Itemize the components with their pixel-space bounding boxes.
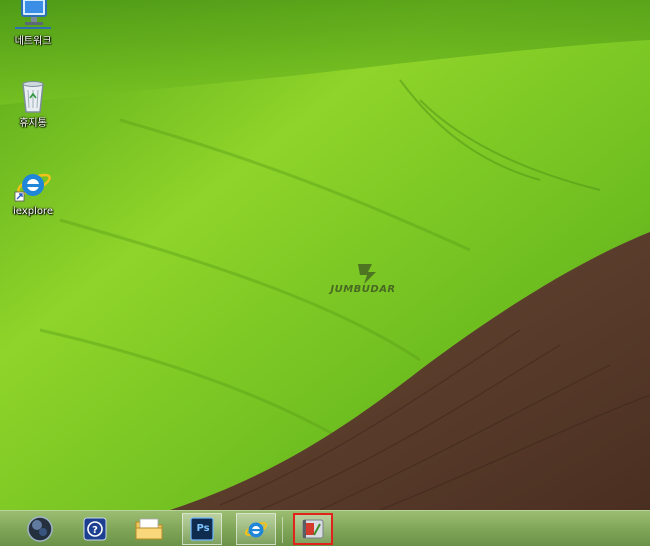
photoshop-icon-text: Ps xyxy=(196,523,210,534)
help-button[interactable]: ? xyxy=(75,513,115,545)
taskbar-separator xyxy=(282,517,283,543)
desktop-icon-label: 네트워크 xyxy=(14,36,52,47)
help-icon: ? xyxy=(83,517,107,541)
network-icon xyxy=(15,0,51,29)
wallpaper xyxy=(0,0,650,510)
internet-explorer-button[interactable] xyxy=(236,513,276,545)
desktop-icon-network[interactable]: 네트워크 xyxy=(0,0,66,48)
desktop-icon-label: 휴지통 xyxy=(19,118,47,129)
desktop-icon-iexplore[interactable]: iexplore xyxy=(0,164,66,218)
watermark-logo-icon xyxy=(358,264,376,284)
internet-explorer-icon xyxy=(14,173,51,202)
film-app-icon xyxy=(302,519,324,539)
svg-text:?: ? xyxy=(92,525,98,536)
recycle-bin-icon xyxy=(22,81,44,113)
start-orb-button[interactable] xyxy=(20,513,60,545)
wallpaper-watermark: JUMBUDAR xyxy=(318,262,408,302)
desktop-icon-recycle-bin[interactable]: 휴지통 xyxy=(0,76,66,130)
file-explorer-button[interactable] xyxy=(129,513,169,545)
internet-explorer-icon xyxy=(244,522,268,538)
folder-icon xyxy=(135,518,163,540)
photoshop-button[interactable]: Ps xyxy=(182,513,222,545)
watermark-text: JUMBUDAR xyxy=(330,284,396,295)
desktop-icon-label: iexplore xyxy=(13,206,53,217)
taskbar: ? Ps xyxy=(0,510,650,546)
start-orb-icon xyxy=(27,516,53,542)
video-app-button[interactable] xyxy=(293,513,333,545)
desktop: 네트워크 휴지통 iexplore JUMBUDAR xyxy=(0,0,650,510)
